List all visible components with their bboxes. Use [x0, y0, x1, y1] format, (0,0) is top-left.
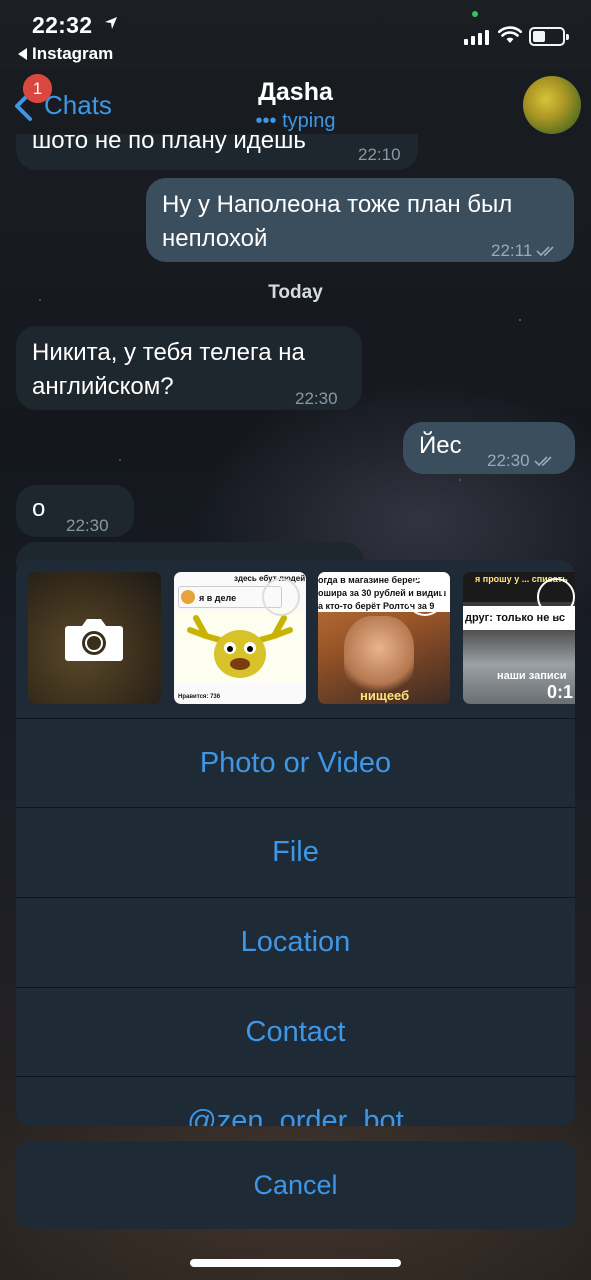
message-time: 22:11 [491, 241, 533, 260]
message-time: 22:30 [487, 451, 530, 470]
message-bubble[interactable]: о 22:30 [16, 485, 134, 537]
message-time: 22:10 [358, 145, 401, 164]
message-bubble[interactable]: Никита, у тебя телега на английском? 22:… [16, 326, 362, 410]
contact-option[interactable]: Contact [16, 987, 575, 1077]
status-time: 22:32 [32, 12, 93, 38]
photo-or-video-option[interactable]: Photo or Video [16, 718, 575, 808]
date-separator: Today [268, 282, 323, 303]
thumb-caption: я в деле [199, 593, 237, 603]
video-duration: 0:1 [547, 682, 574, 702]
message-meta: 22:11 [491, 234, 558, 268]
back-to-app-link[interactable]: Instagram [18, 44, 113, 64]
back-triangle-icon [18, 48, 27, 60]
message-meta: 22:30 [487, 444, 556, 478]
media-carousel[interactable]: здесь ебут людей я в деле Нравится: 736 … [16, 560, 575, 716]
location-arrow-icon [105, 17, 117, 29]
message-text: Йес [419, 432, 462, 459]
double-check-icon [533, 456, 552, 467]
battery-icon [529, 27, 569, 46]
back-app-label: Instagram [32, 44, 114, 63]
thumb-caption-bottom: наши записи [497, 670, 567, 682]
attachment-sheet: здесь ебут людей я в деле Нравится: 736 … [16, 560, 575, 1126]
camera-tile[interactable] [28, 572, 161, 704]
thumb-footer: Нравится: 736 [178, 694, 221, 700]
signal-icon [464, 30, 489, 45]
cartoon-deer-image [176, 610, 304, 682]
select-circle[interactable] [406, 578, 444, 616]
double-check-icon [536, 246, 554, 257]
select-circle[interactable] [262, 578, 300, 616]
file-option[interactable]: File [16, 807, 575, 897]
message-text: о [32, 495, 46, 522]
gallery-thumbnail[interactable]: я прошу у ... списать друг: только не вс… [463, 572, 575, 704]
message-bubble[interactable]: Йес 22:30 [403, 422, 575, 474]
unread-badge-overlay: 1 [23, 74, 52, 103]
message-text: Никита, у тебя телега на английском? [32, 339, 305, 400]
bot-option[interactable]: @zen_order_bot [16, 1076, 575, 1126]
gallery-thumbnail[interactable]: огда в магазине береш ошира за 30 рублей… [318, 572, 450, 704]
header-background [0, 70, 591, 134]
select-circle[interactable] [537, 578, 575, 616]
cancel-button[interactable]: Cancel [16, 1141, 575, 1229]
thumb-caption-bottom: нищееб [360, 688, 410, 703]
status-bar: 22:32 Instagram [0, 0, 591, 70]
home-indicator[interactable] [190, 1259, 401, 1267]
message-time: 22:30 [295, 389, 338, 408]
message-time: 22:30 [66, 516, 109, 535]
wifi-icon [498, 26, 522, 43]
mic-indicator [472, 11, 478, 17]
location-option[interactable]: Location [16, 897, 575, 987]
message-text: Ну у Наполеона тоже план был неплохой [162, 191, 513, 252]
message-bubble[interactable]: Ну у Наполеона тоже план был неплохой 22… [146, 178, 574, 262]
gallery-thumbnail[interactable]: здесь ебут людей я в деле Нравится: 736 [174, 572, 306, 704]
camera-icon [65, 619, 123, 661]
